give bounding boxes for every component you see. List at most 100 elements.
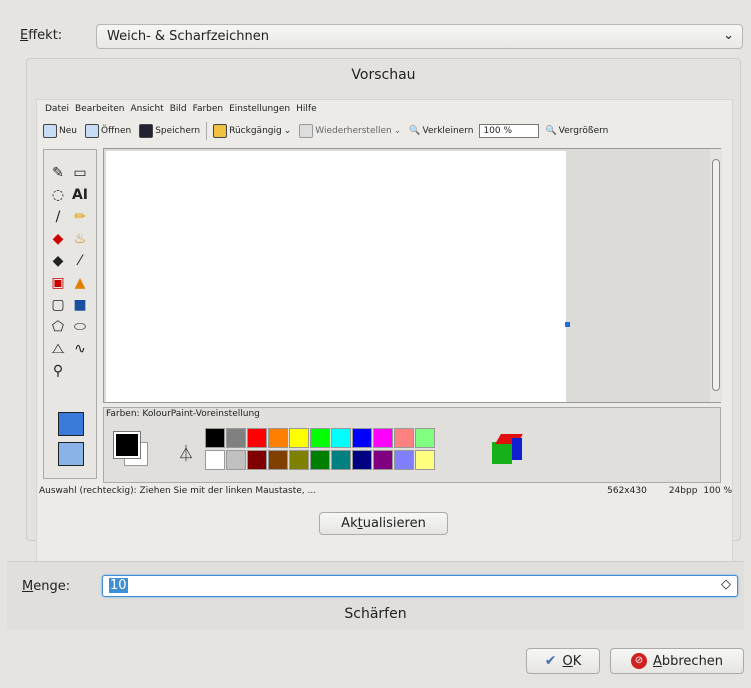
kolourpaint-toolbar: Neu Öffnen Speichern Rückgängig ⌄ Wieder… (41, 119, 610, 143)
tb-zoom-out: 🔍 Verkleinern (409, 126, 474, 136)
palette-swatch (289, 428, 309, 448)
kolourpaint-canvas-area (103, 148, 722, 403)
zoom-tool-icon: ⚲ (52, 363, 64, 379)
palette-swatch (352, 450, 372, 470)
ellipse-icon: ⬭ (74, 319, 86, 335)
polyline-icon: ⧍ (51, 341, 65, 357)
cancel-button[interactable]: ⊘ Abbrechen (610, 648, 744, 674)
tb-save: Speichern (137, 124, 202, 138)
palette-swatch (310, 450, 330, 470)
palette-swatch (268, 428, 288, 448)
menu-einstellungen: Einstellungen (229, 104, 291, 114)
effect-value: Weich- & Scharfzeichnen (107, 29, 270, 44)
menu-farben: Farben (192, 104, 224, 114)
free-select-icon: ✎ (52, 165, 64, 181)
color-cube-icon (492, 434, 523, 464)
palette-swatch (205, 450, 225, 470)
pencil-icon: ✏ (74, 209, 86, 225)
palette-swatch (352, 428, 372, 448)
color-eraser-icon: ▣ (51, 275, 65, 291)
chevron-down-icon: ⌄ (723, 28, 734, 43)
kolourpaint-statusbar: Auswahl (rechteckig): Ziehen Sie mit der… (39, 486, 732, 496)
tb-redo: Wiederherstellen ⌄ (297, 124, 403, 138)
text-tool-icon: AI (71, 187, 89, 203)
settings-frame: Menge: 10 ◇ Schärfen (7, 561, 744, 629)
palette-swatch (226, 428, 246, 448)
tb-open: Öffnen (83, 124, 133, 138)
picker-icon: ⁄ (78, 253, 82, 269)
rounded-rect-icon: ▢ (51, 297, 65, 313)
amount-value: 10 (109, 578, 128, 593)
amount-label: Menge: (22, 579, 71, 594)
kolourpaint-vertical-scrollbar (710, 149, 722, 402)
zoom-out-icon: 🔍 (409, 126, 421, 136)
spin-updown-icon[interactable]: ◇ (721, 577, 731, 592)
selection-mode-opaque-icon (58, 412, 84, 436)
fg-bg-color-swatch (112, 428, 152, 472)
line-tool-icon: / (55, 209, 61, 225)
tb-new: Neu (41, 124, 79, 138)
selection-mode-transparent-icon (58, 442, 84, 466)
color-similarity-icon: ⏃ (178, 444, 195, 463)
polygon-icon: ⬠ (51, 319, 65, 335)
palette-swatch (226, 450, 246, 470)
undo-icon (213, 124, 228, 138)
kolourpaint-menubar: Datei Bearbeiten Ansicht Bild Farben Ein… (45, 104, 317, 118)
palette-swatch (394, 428, 414, 448)
menu-ansicht: Ansicht (130, 104, 164, 114)
palette-swatch (268, 450, 288, 470)
color-box-title: Farben: KolourPaint-Voreinstellung (106, 409, 260, 419)
spray-icon: ▲ (74, 275, 86, 291)
rect-icon: ■ (73, 297, 87, 313)
preview-title: Vorschau (351, 67, 416, 83)
ok-button[interactable]: ✔ OK (526, 648, 600, 674)
palette-swatch (415, 450, 435, 470)
tb-zoom-in: 🔍 Vergrößern (545, 126, 609, 136)
amount-caption: Schärfen (344, 606, 407, 622)
status-size: 562x430 (607, 486, 647, 496)
cancel-icon: ⊘ (630, 653, 647, 669)
menu-hilfe: Hilfe (296, 104, 317, 114)
amount-spinbox[interactable]: 10 ◇ (102, 575, 738, 597)
redo-icon (299, 124, 314, 138)
zoom-in-icon: 🔍 (545, 126, 557, 136)
palette-swatch (394, 450, 414, 470)
tb-undo: Rückgängig ⌄ (211, 124, 293, 138)
eraser-icon: ◆ (52, 231, 64, 247)
menu-bearbeiten: Bearbeiten (75, 104, 125, 114)
palette-swatch (415, 428, 435, 448)
color-palette (205, 428, 445, 472)
effect-combobox[interactable]: Weich- & Scharfzeichnen ⌄ (96, 24, 743, 49)
preview-frame: Vorschau Datei Bearbeiten Ansicht Bild F… (26, 58, 741, 565)
palette-swatch (331, 450, 351, 470)
palette-swatch (310, 428, 330, 448)
palette-swatch (247, 428, 267, 448)
fill-icon: ◆ (52, 253, 64, 269)
status-depth: 24bpp (668, 486, 698, 496)
menu-datei: Datei (45, 104, 70, 114)
floppy-icon (139, 124, 154, 138)
kolourpaint-toolbox: ✎ ▭ ◌ AI / ✏ ◆ ♨ ◆ ⁄ ▣ ▲ ▢ ■ ⬠ ⬭ ⧍ ∿ ⚲ (43, 149, 97, 479)
brush-icon: ♨ (73, 231, 87, 247)
status-text: Auswahl (rechteckig): Ziehen Sie mit der… (39, 486, 317, 496)
toolbar-separator (206, 122, 208, 140)
ellipse-select-icon: ◌ (51, 187, 65, 203)
rect-select-icon: ▭ (73, 165, 87, 181)
refresh-button[interactable]: Aktualisieren (319, 512, 448, 535)
effect-label: Effekt: (20, 28, 63, 43)
preview-image: Datei Bearbeiten Ansicht Bild Farben Ein… (36, 99, 733, 565)
kolourpaint-color-box: Farben: KolourPaint-Voreinstellung ⏃ (103, 407, 721, 483)
menu-bild: Bild (169, 104, 187, 114)
palette-swatch (205, 428, 225, 448)
check-icon: ✔ (544, 653, 557, 669)
palette-swatch (247, 450, 267, 470)
palette-swatch (331, 428, 351, 448)
resize-handle (565, 322, 570, 327)
printer-icon (84, 124, 99, 138)
kolourpaint-canvas (106, 151, 566, 402)
palette-swatch (373, 428, 393, 448)
palette-swatch (373, 450, 393, 470)
curve-icon: ∿ (74, 341, 86, 357)
new-file-icon (43, 124, 57, 138)
status-zoom: 100 % (703, 486, 732, 496)
